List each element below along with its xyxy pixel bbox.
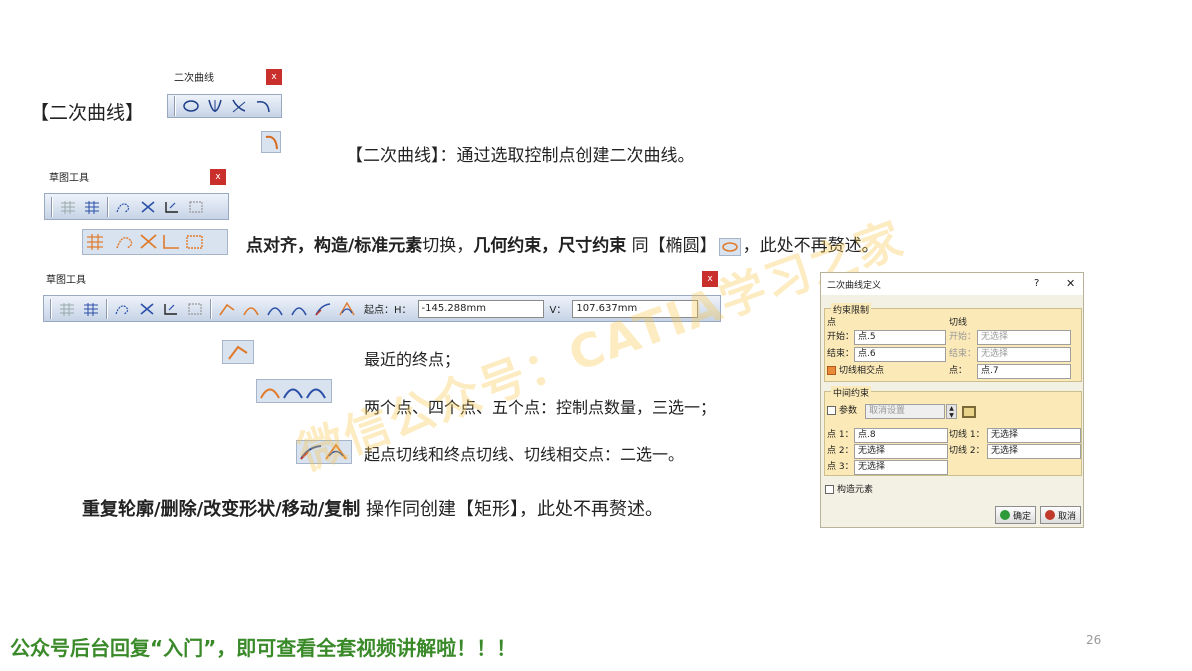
footer-note: 公众号后台回复“入门”，即可查看全套视频讲解啦！！！ bbox=[10, 636, 517, 660]
dialog-title: 二次曲线定义 bbox=[827, 280, 882, 291]
end-point-field[interactable]: 点.6 bbox=[854, 347, 946, 362]
checkbox-icon bbox=[827, 406, 836, 415]
intermediate-constraint-group: 中间约束 参数 取消设置 ▲ ▼ 点 1： 点.8 切线 1： 无选择 点 2： … bbox=[824, 386, 1082, 476]
tangent2-label: 切线 2： bbox=[949, 446, 985, 456]
tangent-intersection-checkbox[interactable]: 切线相交点 bbox=[827, 364, 884, 379]
auto-constraint-icon[interactable] bbox=[185, 197, 207, 217]
tangent-end-label: 结束： bbox=[949, 349, 977, 359]
cancel-button[interactable]: 取消 bbox=[1040, 506, 1082, 524]
point1-label: 点 1： bbox=[827, 430, 854, 440]
tangent-start-label: 开始： bbox=[949, 332, 977, 342]
start-point-label: 起点：H： bbox=[364, 305, 412, 316]
dialog-titlebar: 二次曲线定义 ? ✕ bbox=[821, 273, 1083, 295]
close-icon[interactable]: ✕ bbox=[1066, 277, 1075, 290]
point3-field[interactable]: 无选择 bbox=[854, 460, 948, 475]
point-column-label: 点 bbox=[827, 318, 837, 328]
tangent2-field[interactable]: 无选择 bbox=[987, 444, 1081, 459]
conic-toolbar-close-button[interactable]: x bbox=[266, 69, 282, 85]
five-points-icon bbox=[306, 388, 326, 399]
conic-toolbar bbox=[167, 94, 282, 118]
dimensional-constraint-icon[interactable] bbox=[160, 299, 182, 319]
point-count-icons bbox=[256, 379, 332, 403]
grid-icon[interactable] bbox=[57, 197, 79, 217]
construction-element-checkbox[interactable]: 构造元素 bbox=[825, 483, 873, 498]
tangent-end-field[interactable]: 无选择 bbox=[977, 347, 1071, 362]
conic-label: 【二次曲线】 bbox=[30, 102, 145, 124]
toolbar-grip[interactable] bbox=[174, 96, 176, 116]
ok-icon bbox=[1000, 510, 1010, 520]
auto-constraint-icon bbox=[186, 235, 203, 249]
dimensional-constraint-icon bbox=[163, 235, 179, 249]
parameter-spinner[interactable]: ▲ ▼ bbox=[946, 404, 957, 419]
constraint-limit-label: 约束限制 bbox=[831, 303, 872, 316]
ellipse-icon bbox=[718, 237, 741, 256]
parameter-field[interactable]: 取消设置 bbox=[865, 404, 945, 419]
h-coordinate-input[interactable]: -145.288mm bbox=[417, 299, 544, 318]
sketch-tools-close-button[interactable]: x bbox=[210, 169, 226, 185]
four-points-icon bbox=[283, 388, 303, 399]
help-icon[interactable]: ? bbox=[1034, 278, 1039, 289]
five-points-icon[interactable] bbox=[288, 299, 310, 319]
cancel-icon bbox=[1045, 510, 1055, 520]
repeat-description: 重复轮廓/删除/改变形状/移动/复制 操作同创建【矩形】，此处不再赘述。 bbox=[82, 499, 664, 520]
page-number: 26 bbox=[1086, 633, 1102, 647]
nearest-end-point-icon[interactable] bbox=[216, 299, 238, 319]
toolbar-grip[interactable] bbox=[51, 196, 53, 217]
conic-icon[interactable] bbox=[252, 96, 274, 116]
auto-constraint-icon[interactable] bbox=[184, 299, 206, 319]
sketch-tools-full-title: 草图工具 bbox=[46, 275, 86, 286]
intersection-point-field[interactable]: 点.7 bbox=[977, 364, 1071, 379]
intermediate-constraint-label: 中间约束 bbox=[831, 386, 872, 399]
ok-button[interactable]: 确定 bbox=[995, 506, 1037, 524]
parameter-checkbox[interactable]: 参数 bbox=[827, 404, 857, 419]
snap-to-point-icon[interactable] bbox=[80, 299, 102, 319]
start-label: 开始： bbox=[827, 332, 855, 342]
dimensional-constraint-icon[interactable] bbox=[161, 197, 183, 217]
point2-label: 点 2： bbox=[827, 446, 854, 456]
hyperbola-icon[interactable] bbox=[228, 96, 250, 116]
sketch-tools-active-icons bbox=[82, 229, 228, 255]
v-coordinate-label: V： bbox=[549, 305, 567, 316]
tangent-intersection-icon[interactable] bbox=[336, 299, 358, 319]
formula-icon[interactable] bbox=[961, 404, 977, 419]
conic-toolbar-title: 二次曲线 bbox=[174, 73, 214, 84]
point1-field[interactable]: 点.8 bbox=[854, 428, 948, 443]
parabola-icon[interactable] bbox=[204, 96, 226, 116]
two-points-icon[interactable] bbox=[240, 299, 262, 319]
start-end-tangent-icon[interactable] bbox=[312, 299, 334, 319]
grid-icon[interactable] bbox=[56, 299, 78, 319]
ellipse-icon[interactable] bbox=[180, 96, 202, 116]
geometric-constraint-icon bbox=[140, 234, 157, 249]
conic-definition-dialog: 二次曲线定义 ? ✕ 约束限制 点 切线 开始： 点.5 开始： 无选择 结束：… bbox=[820, 272, 1084, 528]
sketch-tools-toolbar bbox=[44, 193, 229, 220]
toolbar-grip[interactable] bbox=[50, 298, 52, 319]
four-points-icon[interactable] bbox=[264, 299, 286, 319]
checkbox-icon bbox=[827, 366, 836, 375]
tangent1-field[interactable]: 无选择 bbox=[987, 428, 1081, 443]
point-label: 点： bbox=[949, 366, 968, 376]
geometric-constraint-icon[interactable] bbox=[137, 197, 159, 217]
checkbox-icon bbox=[825, 485, 834, 494]
construction-element-icon[interactable] bbox=[112, 299, 134, 319]
sketch-tools-title: 草图工具 bbox=[49, 173, 89, 184]
start-point-field[interactable]: 点.5 bbox=[854, 330, 946, 345]
point3-label: 点 3： bbox=[827, 462, 854, 472]
snap-to-point-icon bbox=[87, 234, 103, 250]
conic-icon-standalone bbox=[261, 131, 281, 153]
nearest-end-point-icon bbox=[222, 340, 254, 364]
snap-to-point-icon[interactable] bbox=[81, 197, 103, 217]
tangent-column-label: 切线 bbox=[949, 318, 968, 328]
constraint-limit-group: 约束限制 点 切线 开始： 点.5 开始： 无选择 结束： 点.6 结束： 无选… bbox=[824, 303, 1082, 382]
point2-field[interactable]: 无选择 bbox=[854, 444, 948, 459]
geometric-constraint-icon[interactable] bbox=[136, 299, 158, 319]
construction-element-icon bbox=[116, 236, 133, 249]
conic-description: 【二次曲线】：通过选取控制点创建二次曲线。 bbox=[346, 146, 695, 166]
tangent-start-field[interactable]: 无选择 bbox=[977, 330, 1071, 345]
end-label: 结束： bbox=[827, 349, 855, 359]
two-points-icon bbox=[260, 388, 280, 399]
construction-element-icon[interactable] bbox=[113, 197, 135, 217]
tangent1-label: 切线 1： bbox=[949, 430, 985, 440]
